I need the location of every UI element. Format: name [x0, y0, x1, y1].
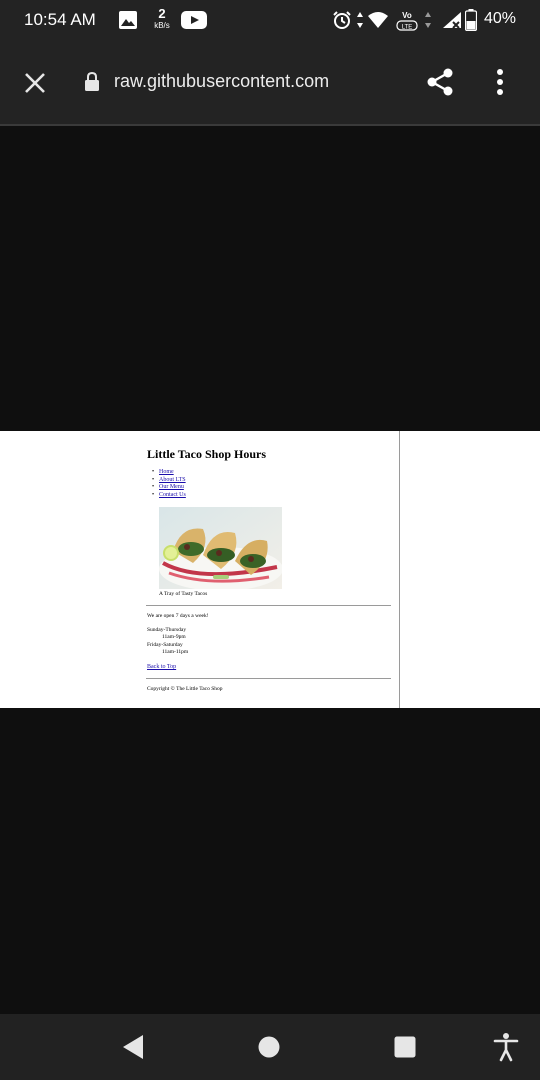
page-title: Little Taco Shop Hours	[147, 447, 267, 461]
page-border-line	[399, 431, 400, 708]
divider-top	[146, 605, 391, 606]
hours-time-1: 11am-9pm	[162, 634, 186, 640]
data-arrows-icon-2	[424, 11, 432, 34]
nav-link-contact[interactable]: Contact Us	[159, 492, 186, 498]
hours-days-2: Friday-Saturday	[147, 642, 183, 648]
hours-days-1: Sunday-Thursday	[147, 627, 187, 633]
nav-item-menu: Our Menu	[152, 484, 186, 492]
taco-image	[159, 507, 282, 589]
net-speed-value: 2	[158, 6, 166, 21]
net-speed-unit: kB/s	[154, 21, 170, 30]
system-nav-bar	[0, 1014, 540, 1080]
data-arrows-icon	[356, 11, 364, 34]
web-page: Little Taco Shop Hours Home About LTS Ou…	[0, 431, 540, 708]
lock-icon[interactable]	[84, 71, 100, 97]
divider-bottom	[146, 678, 391, 679]
url-text[interactable]: raw.githubusercontent.com	[114, 71, 329, 92]
share-icon[interactable]	[424, 66, 456, 103]
back-to-top-link[interactable]: Back to Top	[147, 664, 176, 670]
close-icon[interactable]	[18, 66, 52, 100]
copyright-text: Copyright © The Little Taco Shop	[147, 686, 223, 692]
alarm-icon	[332, 10, 352, 35]
nav-link-menu[interactable]: Our Menu	[159, 484, 184, 490]
gallery-icon	[119, 11, 137, 34]
nav-item-about: About LTS	[152, 477, 186, 485]
nav-item-contact: Contact Us	[152, 492, 186, 500]
svg-text:LTE: LTE	[402, 25, 413, 31]
signal-icon	[442, 11, 462, 34]
back-icon[interactable]	[121, 1034, 145, 1065]
status-time: 10:54 AM	[24, 10, 96, 29]
nav-link-about[interactable]: About LTS	[159, 477, 186, 483]
nav-item-home: Home	[152, 469, 186, 477]
more-vert-icon[interactable]	[494, 66, 506, 103]
open-text: We are open 7 days a week!	[147, 613, 209, 619]
accessibility-icon[interactable]	[493, 1032, 519, 1067]
hours-time-2: 11am-11pm	[162, 649, 189, 655]
nav-list: Home About LTS Our Menu Contact Us	[152, 469, 186, 499]
browser-toolbar: raw.githubusercontent.com	[0, 40, 540, 126]
image-caption: A Tray of Tasty Tacos	[159, 591, 208, 597]
volte-icon: Vo LTE	[396, 9, 418, 31]
youtube-icon	[181, 11, 207, 34]
status-bar: 10:54 AM 2 kB/s Vo LTE 40%	[0, 0, 540, 40]
battery-percent: 40%	[483, 10, 516, 27]
recents-icon[interactable]	[394, 1036, 416, 1063]
svg-text:Vo: Vo	[402, 11, 412, 20]
home-icon[interactable]	[258, 1036, 280, 1063]
wifi-icon	[367, 11, 389, 34]
nav-link-home[interactable]: Home	[159, 469, 174, 475]
battery-icon	[464, 9, 478, 36]
net-speed: 2 kB/s	[151, 7, 173, 31]
